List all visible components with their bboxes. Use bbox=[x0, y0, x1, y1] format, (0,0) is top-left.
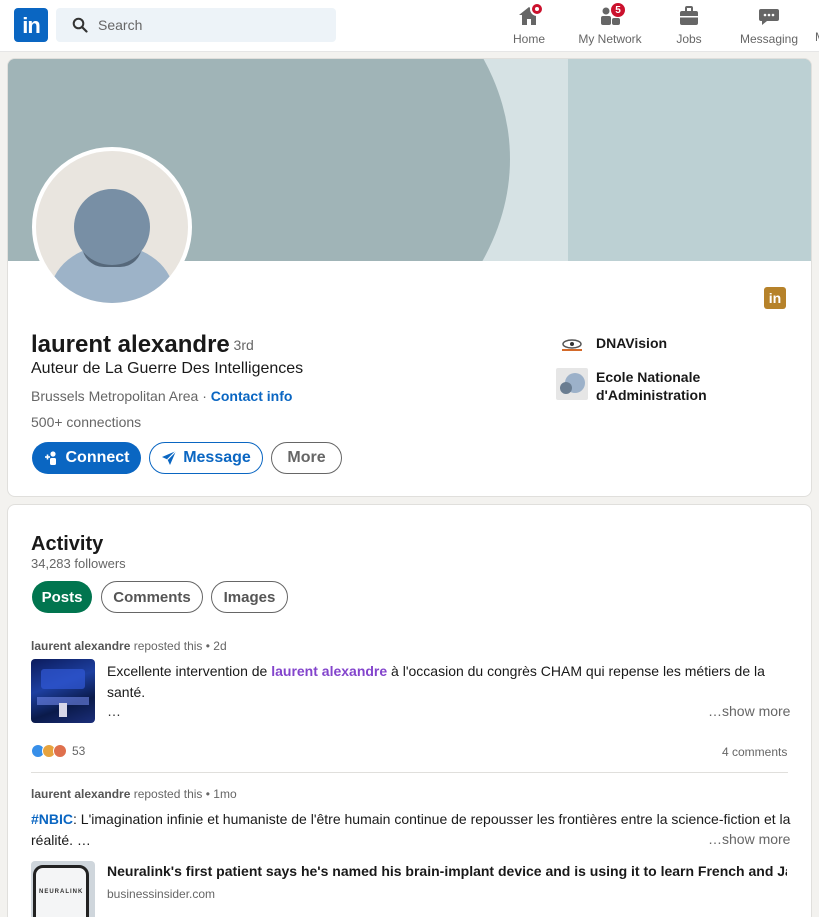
show-more-link[interactable]: …show more bbox=[708, 703, 790, 719]
show-more-link[interactable]: …show more bbox=[708, 831, 790, 847]
experience-name: DNAVision bbox=[596, 335, 668, 351]
linkedin-logo[interactable]: in bbox=[14, 8, 48, 42]
activity-card: Activity 34,283 followers Posts Comments… bbox=[7, 504, 812, 917]
more-button[interactable]: More bbox=[271, 442, 342, 474]
profile-card: in laurent alexandre · 3rd Auteur de La … bbox=[7, 58, 812, 497]
nav-label: My Network bbox=[578, 32, 642, 46]
message-label: Message bbox=[183, 449, 251, 466]
nav-messaging[interactable]: Messaging bbox=[738, 4, 800, 48]
profile-name: laurent alexandre bbox=[31, 331, 230, 358]
reactions[interactable]: 53 bbox=[31, 744, 85, 758]
post-ellipsis: … bbox=[107, 703, 121, 719]
tab-posts[interactable]: Posts bbox=[32, 581, 92, 613]
education-name: Ecole Nationale d'Administration bbox=[596, 369, 707, 403]
profile-location: Brussels Metropolitan Area bbox=[31, 388, 199, 404]
repost-meta: laurent alexandre reposted this • 2d bbox=[31, 639, 227, 653]
location-separator: · bbox=[198, 388, 211, 404]
activity-title: Activity bbox=[31, 533, 104, 555]
hashtag-link[interactable]: #NBIC bbox=[31, 811, 73, 827]
nav-home[interactable]: Home bbox=[508, 2, 550, 48]
message-button[interactable]: Message bbox=[149, 442, 263, 474]
connect-label: Connect bbox=[65, 449, 130, 466]
repost-action: reposted this • 1mo bbox=[130, 787, 237, 801]
post-thumbnail[interactable] bbox=[31, 659, 95, 723]
nav-label: Messaging bbox=[739, 32, 799, 46]
nav-overflow-label[interactable]: M bbox=[815, 30, 819, 44]
school-logo bbox=[556, 368, 588, 400]
divider bbox=[31, 772, 788, 773]
tab-images[interactable]: Images bbox=[211, 581, 288, 613]
mention-link[interactable]: laurent alexandre bbox=[271, 663, 387, 679]
more-label: More bbox=[287, 449, 326, 466]
post-text: Excellente intervention de laurent alexa… bbox=[107, 661, 787, 703]
search-input[interactable] bbox=[98, 17, 318, 33]
post-text-part: : L'imagination infinie et humaniste de … bbox=[31, 811, 791, 848]
avatar[interactable] bbox=[32, 147, 192, 307]
connection-degree: · 3rd bbox=[225, 337, 254, 353]
post-text-part: Excellente intervention de bbox=[107, 663, 272, 679]
contact-info-link[interactable]: Contact info bbox=[211, 388, 293, 404]
top-navigation: in Home 5 My Network Jobs Messaging M bbox=[0, 0, 819, 52]
link-title[interactable]: Neuralink's first patient says he's name… bbox=[107, 863, 787, 879]
thumbnail-text: NEURALINK bbox=[39, 889, 84, 895]
notification-dot bbox=[530, 2, 544, 16]
messaging-icon bbox=[759, 9, 779, 25]
search-bar[interactable] bbox=[56, 8, 336, 42]
post-text: #NBIC: L'imagination infinie et humanist… bbox=[31, 809, 791, 851]
education-item[interactable]: Ecole Nationale d'Administration bbox=[556, 368, 716, 404]
linkedin-badge-icon[interactable]: in bbox=[764, 287, 786, 309]
repost-author[interactable]: laurent alexandre bbox=[31, 787, 130, 801]
repost-author[interactable]: laurent alexandre bbox=[31, 639, 130, 653]
nav-jobs[interactable]: Jobs bbox=[670, 4, 708, 48]
repost-meta: laurent alexandre reposted this • 1mo bbox=[31, 787, 237, 801]
network-badge: 5 bbox=[610, 2, 626, 18]
comments-count[interactable]: 4 comments bbox=[722, 745, 787, 759]
dnavision-logo bbox=[556, 335, 588, 355]
love-reaction-icon bbox=[53, 744, 67, 758]
search-icon bbox=[72, 17, 88, 33]
link-thumbnail[interactable]: NEURALINK bbox=[31, 861, 95, 917]
repost-action: reposted this • 2d bbox=[130, 639, 227, 653]
experience-item[interactable]: DNAVision bbox=[556, 335, 667, 355]
briefcase-icon bbox=[680, 6, 698, 25]
send-icon bbox=[162, 450, 177, 465]
tab-comments[interactable]: Comments bbox=[101, 581, 203, 613]
nav-my-network[interactable]: 5 My Network bbox=[574, 2, 646, 48]
connections-count[interactable]: 500+ connections bbox=[31, 414, 141, 430]
nav-label: Home bbox=[512, 32, 545, 46]
add-person-icon bbox=[44, 451, 56, 465]
reaction-count: 53 bbox=[72, 744, 86, 758]
followers-count: 34,283 followers bbox=[31, 556, 126, 571]
nav-label: Jobs bbox=[676, 32, 702, 46]
connect-button[interactable]: Connect bbox=[32, 442, 141, 474]
profile-location-row: Brussels Metropolitan Area · Contact inf… bbox=[31, 388, 292, 404]
link-source: businessinsider.com bbox=[107, 887, 216, 901]
profile-headline: Auteur de La Guerre Des Intelligences bbox=[31, 360, 304, 377]
